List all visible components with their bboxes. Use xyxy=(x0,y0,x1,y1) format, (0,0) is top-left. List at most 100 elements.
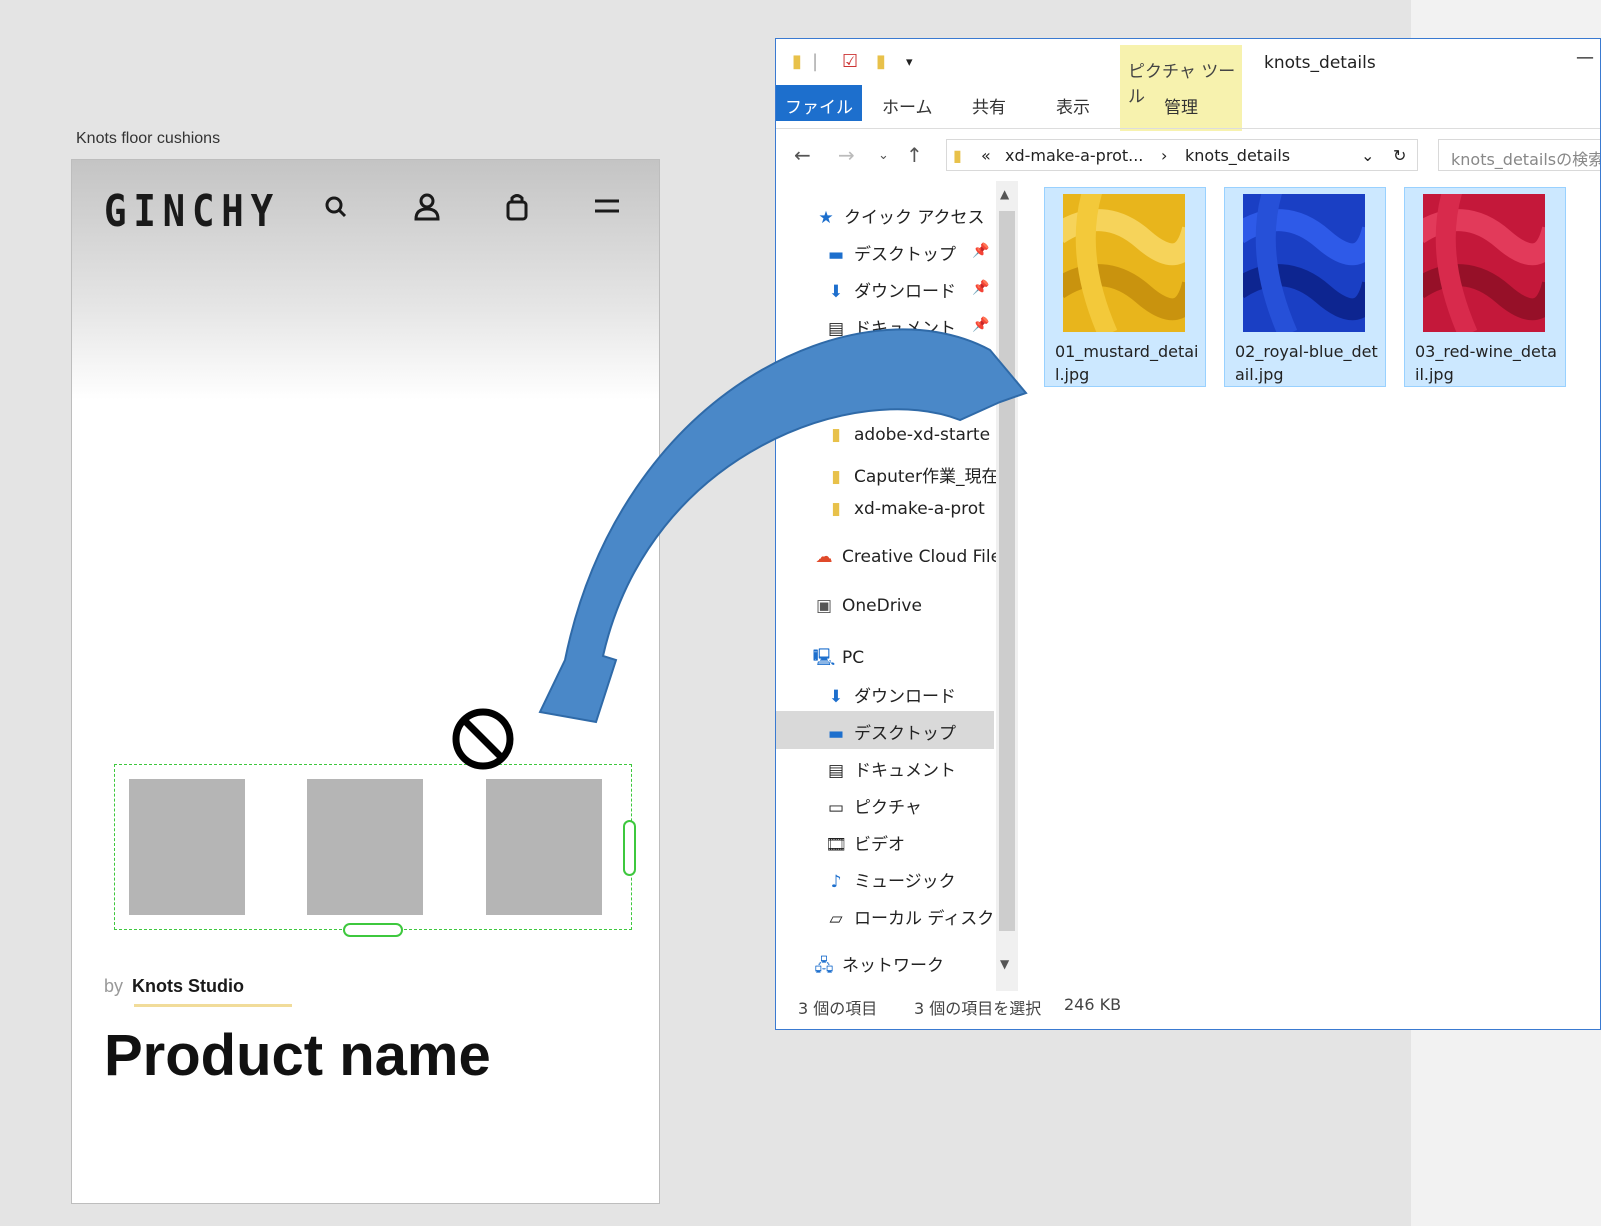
search-placeholder: knots_detailsの検索 xyxy=(1451,150,1601,169)
tab-view[interactable]: 表示 xyxy=(1056,93,1090,118)
nav-network[interactable]: 🖧 ネットワーク xyxy=(812,951,944,982)
nav-pc[interactable]: 🖳 PC xyxy=(812,645,864,674)
folder-icon: ▮ xyxy=(831,499,841,519)
refresh-icon[interactable]: ↻ xyxy=(1393,146,1406,165)
breadcrumb-separator[interactable]: › xyxy=(1161,146,1167,165)
pin-icon[interactable]: 📌 xyxy=(972,243,989,259)
pin-icon[interactable]: 📌 xyxy=(972,280,989,296)
menu-icon[interactable] xyxy=(590,190,624,224)
nav-pc-desktop[interactable]: ▬ デスクトップ xyxy=(824,719,956,744)
file-thumbnail xyxy=(1063,194,1185,332)
scroll-down-icon[interactable]: ▼ xyxy=(1000,957,1009,971)
window-title: knots_details xyxy=(1264,53,1376,73)
nav-quick-access[interactable]: ★ クイック アクセス xyxy=(814,203,984,228)
search-input[interactable]: knots_detailsの検索 xyxy=(1438,139,1601,171)
nav-scrollbar[interactable]: ▲ ▼ xyxy=(996,181,1018,991)
brand-logo: GINCHY xyxy=(104,186,280,237)
folder-icon: ▮ xyxy=(953,146,962,165)
byline-underline xyxy=(134,1004,292,1007)
back-icon[interactable]: ← xyxy=(794,143,811,167)
recent-locations-icon[interactable]: ⌄ xyxy=(878,148,889,163)
breadcrumb-overflow[interactable]: « xyxy=(981,146,991,165)
scroll-up-icon[interactable]: ▲ xyxy=(1000,187,1009,201)
new-folder-icon[interactable]: ▮ xyxy=(876,51,886,72)
nav-pc-downloads[interactable]: ⬇ ダウンロード xyxy=(824,682,956,707)
image-placeholder[interactable] xyxy=(486,779,602,915)
tab-share[interactable]: 共有 xyxy=(972,93,1006,118)
up-icon[interactable]: ↑ xyxy=(906,143,923,167)
breadcrumb-current[interactable]: knots_details xyxy=(1185,146,1290,165)
pin-icon[interactable]: 📌 xyxy=(972,317,989,333)
file-item[interactable]: 03_red-wine_detail.jpg xyxy=(1404,187,1566,387)
folder-icon: ▮ xyxy=(831,467,841,487)
nav-qa-downloads[interactable]: ⬇ ダウンロード xyxy=(824,277,956,302)
address-input[interactable]: ▮ « xd-make-a-prot... › knots_details ⌄ … xyxy=(946,139,1418,171)
nav-qa-documents[interactable]: ▤ ドキュメント xyxy=(824,314,956,339)
folder-icon: ▮ xyxy=(831,425,841,445)
file-thumbnail xyxy=(1243,194,1365,332)
pc-icon: 🖳 xyxy=(812,648,836,668)
nav-onedrive[interactable]: ▣ OneDrive xyxy=(812,596,922,616)
ribbon-tabs: ファイル ホーム 共有 表示 管理 xyxy=(776,85,1600,129)
nav-qa-xd[interactable]: ▮ ▼XD関連 xyxy=(824,388,926,413)
repeat-grid-handle-bottom[interactable] xyxy=(343,923,403,937)
title-bar: ▮ | ☑ ▮ ▾ ピクチャ ツール knots_details — xyxy=(776,39,1600,131)
nav-qa-adobe-xd-starter[interactable]: ▮ adobe-xd-starte xyxy=(824,425,990,445)
address-dropdown-icon[interactable]: ⌄ xyxy=(1361,146,1374,165)
studio-name: Knots Studio xyxy=(132,976,245,996)
file-explorer-window[interactable]: ▮ | ☑ ▮ ▾ ピクチャ ツール knots_details — ファイル … xyxy=(775,38,1601,1030)
repeat-grid-handle-right[interactable] xyxy=(623,820,636,876)
download-icon: ⬇ xyxy=(828,687,844,707)
customize-qat-icon[interactable]: ▾ xyxy=(906,55,913,70)
nav-pc-documents[interactable]: ▤ ドキュメント xyxy=(824,756,956,781)
folder-icon: ▮ xyxy=(831,393,841,413)
user-icon[interactable] xyxy=(410,190,444,224)
repeat-grid-selection[interactable] xyxy=(114,764,636,937)
no-drop-icon xyxy=(452,708,514,770)
music-icon: ♪ xyxy=(830,872,842,892)
artboard[interactable]: GINCHY by Knots Studio Product name xyxy=(71,159,660,1204)
scroll-thumb[interactable] xyxy=(999,211,1015,931)
selected-size: 246 KB xyxy=(1064,995,1122,1014)
nav-pc-music[interactable]: ♪ ミュージック xyxy=(824,867,956,892)
nav-pc-local-disk[interactable]: ▱ ローカル ディスク (C xyxy=(824,904,1018,929)
tab-home[interactable]: ホーム xyxy=(882,93,933,118)
nav-qa-capture[interactable]: ▮ Caputer作業_現在 xyxy=(824,462,998,487)
folder-icon[interactable]: ▮ xyxy=(792,51,802,72)
document-icon: ▤ xyxy=(827,761,845,781)
nav-qa-pictures[interactable]: ▭ ピクチャ xyxy=(824,351,922,376)
breadcrumb-parent[interactable]: xd-make-a-prot... xyxy=(1005,146,1143,165)
tab-manage[interactable]: 管理 xyxy=(1164,93,1198,118)
document-icon: ▤ xyxy=(827,319,845,339)
bag-icon[interactable] xyxy=(500,190,534,224)
artboard-title[interactable]: Knots floor cushions xyxy=(76,130,220,148)
file-item[interactable]: 01_mustard_detail.jpg xyxy=(1044,187,1206,387)
nav-pc-pictures[interactable]: ▭ ピクチャ xyxy=(824,793,922,818)
byline: by Knots Studio xyxy=(104,976,244,997)
selected-count: 3 個の項目を選択 xyxy=(914,999,1042,1018)
file-name: 02_royal-blue_detail.jpg xyxy=(1235,342,1378,384)
onedrive-icon: ▣ xyxy=(815,596,833,616)
search-icon[interactable] xyxy=(320,190,354,224)
file-item[interactable]: 02_royal-blue_detail.jpg xyxy=(1224,187,1386,387)
download-icon: ⬇ xyxy=(828,282,844,302)
properties-icon[interactable]: ☑ xyxy=(842,51,858,72)
status-bar: 3 個の項目 3 個の項目を選択 246 KB xyxy=(776,985,1600,1025)
tab-file[interactable]: ファイル xyxy=(776,85,862,121)
star-icon: ★ xyxy=(818,208,834,228)
desktop-icon: ▬ xyxy=(827,724,845,744)
address-bar-row: ← → ⌄ ↑ ▮ « xd-make-a-prot... › knots_de… xyxy=(776,129,1600,181)
product-name: Product name xyxy=(104,1023,491,1088)
minimize-icon[interactable]: — xyxy=(1576,47,1594,68)
nav-qa-desktop[interactable]: ▬ デスクトップ xyxy=(824,240,956,265)
image-placeholder[interactable] xyxy=(307,779,423,915)
navigation-pane: ★ クイック アクセス ▬ デスクトップ 📌 ⬇ ダウンロード 📌 ▤ ドキュメント 📌… xyxy=(776,181,1018,991)
nav-pc-videos[interactable]: 🎞 ビデオ xyxy=(824,830,905,855)
nav-creative-cloud[interactable]: ☁ Creative Cloud File xyxy=(812,547,1002,567)
image-placeholder[interactable] xyxy=(129,779,245,915)
video-icon: 🎞 xyxy=(825,835,847,855)
nav-qa-xd-make[interactable]: ▮ xd-make-a-prot xyxy=(824,499,985,519)
forward-icon[interactable]: → xyxy=(838,143,855,167)
by-label: by xyxy=(104,976,124,996)
file-name: 01_mustard_detail.jpg xyxy=(1055,342,1199,384)
